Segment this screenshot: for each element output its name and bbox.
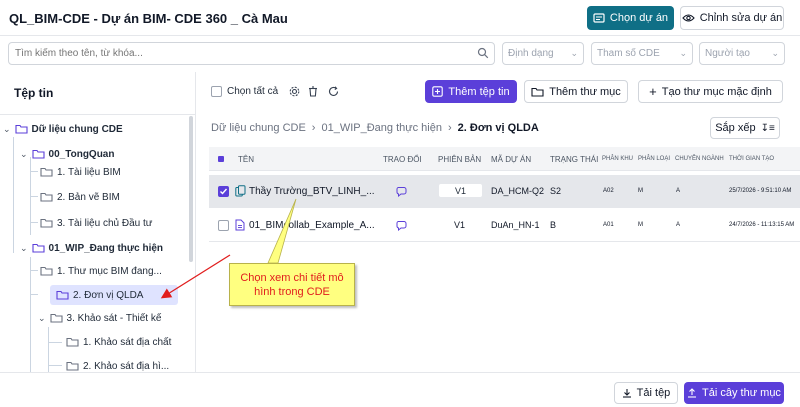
footer-bar: Tải tệp Tải cây thư mục [0, 372, 800, 407]
download-icon [622, 389, 631, 398]
download-button[interactable]: Tải tệp [614, 382, 678, 404]
annotation-arrows [160, 198, 297, 299]
upload-tree-label: Tải cây thư mục [702, 387, 781, 399]
annotation-arrow [160, 254, 231, 299]
annotation-callout: Chọn xem chi tiết mô hình trong CDE [229, 263, 355, 306]
callout-pointer [267, 198, 297, 264]
download-label: Tải tệp [636, 387, 671, 399]
upload-icon [688, 388, 697, 398]
upload-tree-button[interactable]: Tải cây thư mục [684, 382, 784, 404]
